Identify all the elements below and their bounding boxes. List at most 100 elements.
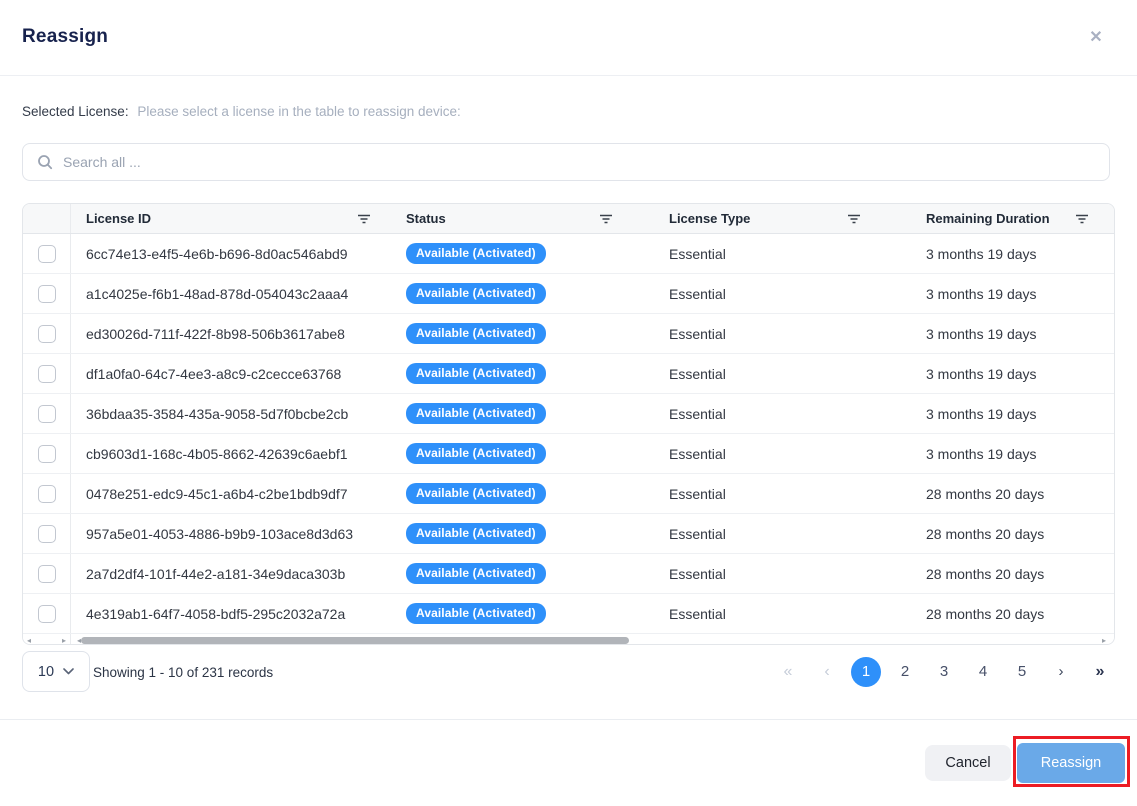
- footer-divider: [0, 719, 1137, 720]
- license-type-cell: Essential: [669, 406, 726, 422]
- license-type-cell: Essential: [669, 446, 726, 462]
- license-id-cell: 6cc74e13-e4f5-4e6b-b696-8d0ac546abd9: [86, 246, 348, 262]
- page-size-select[interactable]: 10: [22, 651, 90, 692]
- license-id-cell: cb9603d1-168c-4b05-8662-42639c6aebf1: [86, 446, 348, 462]
- page-size-value: 10: [38, 664, 54, 680]
- license-type-cell: Essential: [669, 566, 726, 582]
- status-badge: Available (Activated): [406, 523, 546, 544]
- prev-page-button[interactable]: ‹: [812, 657, 842, 687]
- license-id-cell: df1a0fa0-64c7-4ee3-a8c9-c2cecce63768: [86, 366, 341, 382]
- selected-license-label: Selected License:: [22, 104, 129, 119]
- status-badge: Available (Activated): [406, 443, 546, 464]
- remaining-duration-cell: 3 months 19 days: [926, 326, 1037, 342]
- remaining-duration-cell: 28 months 20 days: [926, 566, 1044, 582]
- remaining-duration-cell: 3 months 19 days: [926, 406, 1037, 422]
- filter-icon[interactable]: [1075, 213, 1089, 225]
- last-page-button[interactable]: »: [1085, 657, 1115, 687]
- column-header-remaining-duration: Remaining Duration: [926, 211, 1050, 226]
- license-type-cell: Essential: [669, 326, 726, 342]
- column-header-license-id: License ID: [86, 211, 151, 226]
- pagination: « ‹ 1 2 3 4 5 › »: [764, 651, 1115, 692]
- scroll-right-icon[interactable]: ▸: [1102, 637, 1106, 645]
- table-row[interactable]: 4e319ab1-64f7-4058-bdf5-295c2032a72a Ava…: [23, 594, 1114, 634]
- license-id-cell: 2a7d2df4-101f-44e2-a181-34e9daca303b: [86, 566, 345, 582]
- table-row[interactable]: 2a7d2df4-101f-44e2-a181-34e9daca303b Ava…: [23, 554, 1114, 594]
- table-row[interactable]: df1a0fa0-64c7-4ee3-a8c9-c2cecce63768 Ava…: [23, 354, 1114, 394]
- license-id-cell: 0478e251-edc9-45c1-a6b4-c2be1bdb9df7: [86, 486, 348, 502]
- search-input[interactable]: Search all ...: [22, 143, 1110, 181]
- remaining-duration-cell: 28 months 20 days: [926, 526, 1044, 542]
- remaining-duration-cell: 3 months 19 days: [926, 286, 1037, 302]
- license-id-cell: 36bdaa35-3584-435a-9058-5d7f0bcbe2cb: [86, 406, 348, 422]
- scroll-left-icon[interactable]: ◂: [27, 637, 31, 645]
- fixed-column-scrollbar[interactable]: ◂ ▸: [23, 634, 71, 645]
- status-badge: Available (Activated): [406, 483, 546, 504]
- column-header-license-type: License Type: [669, 211, 750, 226]
- row-checkbox[interactable]: [38, 405, 56, 423]
- first-page-button[interactable]: «: [773, 657, 803, 687]
- row-checkbox[interactable]: [38, 525, 56, 543]
- header-checkbox-cell: [23, 204, 71, 233]
- modal-title: Reassign: [22, 26, 108, 48]
- close-icon[interactable]: ✕: [1085, 27, 1107, 49]
- row-checkbox[interactable]: [38, 605, 56, 623]
- page-button-4[interactable]: 4: [968, 657, 998, 687]
- table-row[interactable]: cb9603d1-168c-4b05-8662-42639c6aebf1 Ava…: [23, 434, 1114, 474]
- license-table: License ID Status License Type: [22, 203, 1115, 645]
- filter-icon[interactable]: [599, 213, 613, 225]
- table-row[interactable]: 0478e251-edc9-45c1-a6b4-c2be1bdb9df7 Ava…: [23, 474, 1114, 514]
- page-button-3[interactable]: 3: [929, 657, 959, 687]
- table-row[interactable]: 36bdaa35-3584-435a-9058-5d7f0bcbe2cb Ava…: [23, 394, 1114, 434]
- row-checkbox[interactable]: [38, 445, 56, 463]
- license-type-cell: Essential: [669, 606, 726, 622]
- chevron-down-icon: [63, 668, 74, 675]
- records-summary: Showing 1 - 10 of 231 records: [93, 665, 273, 680]
- page-button-2[interactable]: 2: [890, 657, 920, 687]
- remaining-duration-cell: 3 months 19 days: [926, 366, 1037, 382]
- filter-icon[interactable]: [357, 213, 371, 225]
- table-row[interactable]: 957a5e01-4053-4886-b9b9-103ace8d3d63 Ava…: [23, 514, 1114, 554]
- reassign-button[interactable]: Reassign: [1017, 743, 1125, 783]
- license-type-cell: Essential: [669, 486, 726, 502]
- page-button-5[interactable]: 5: [1007, 657, 1037, 687]
- status-badge: Available (Activated): [406, 243, 546, 264]
- status-badge: Available (Activated): [406, 323, 546, 344]
- filter-icon[interactable]: [847, 213, 861, 225]
- status-badge: Available (Activated): [406, 283, 546, 304]
- remaining-duration-cell: 28 months 20 days: [926, 486, 1044, 502]
- scroll-right-icon[interactable]: ▸: [62, 637, 66, 645]
- table-row[interactable]: a1c4025e-f6b1-48ad-878d-054043c2aaa4 Ava…: [23, 274, 1114, 314]
- remaining-duration-cell: 28 months 20 days: [926, 606, 1044, 622]
- search-icon: [37, 154, 53, 170]
- row-checkbox[interactable]: [38, 565, 56, 583]
- scrollbar-thumb[interactable]: [81, 637, 629, 644]
- column-header-status: Status: [406, 211, 446, 226]
- row-checkbox[interactable]: [38, 245, 56, 263]
- license-type-cell: Essential: [669, 366, 726, 382]
- modal-header: Reassign ✕: [0, 0, 1137, 76]
- table-row[interactable]: 6cc74e13-e4f5-4e6b-b696-8d0ac546abd9 Ava…: [23, 234, 1114, 274]
- cancel-button[interactable]: Cancel: [925, 745, 1011, 781]
- license-id-cell: 957a5e01-4053-4886-b9b9-103ace8d3d63: [86, 526, 353, 542]
- license-type-cell: Essential: [669, 246, 726, 262]
- row-checkbox[interactable]: [38, 285, 56, 303]
- table-row[interactable]: ed30026d-711f-422f-8b98-506b3617abe8 Ava…: [23, 314, 1114, 354]
- license-type-cell: Essential: [669, 526, 726, 542]
- selected-license-hint: Please select a license in the table to …: [137, 104, 460, 119]
- page-button-1[interactable]: 1: [851, 657, 881, 687]
- table-header-row: License ID Status License Type: [23, 204, 1114, 234]
- license-id-cell: 4e319ab1-64f7-4058-bdf5-295c2032a72a: [86, 606, 345, 622]
- remaining-duration-cell: 3 months 19 days: [926, 446, 1037, 462]
- remaining-duration-cell: 3 months 19 days: [926, 246, 1037, 262]
- horizontal-scrollbar[interactable]: ◂ ▸: [71, 634, 1114, 645]
- next-page-button[interactable]: ›: [1046, 657, 1076, 687]
- status-badge: Available (Activated): [406, 603, 546, 624]
- row-checkbox[interactable]: [38, 325, 56, 343]
- row-checkbox[interactable]: [38, 365, 56, 383]
- license-type-cell: Essential: [669, 286, 726, 302]
- row-checkbox[interactable]: [38, 485, 56, 503]
- status-badge: Available (Activated): [406, 363, 546, 384]
- table-scrollbar-row: ◂ ▸ ◂ ▸: [23, 634, 1114, 645]
- license-id-cell: ed30026d-711f-422f-8b98-506b3617abe8: [86, 326, 345, 342]
- status-badge: Available (Activated): [406, 563, 546, 584]
